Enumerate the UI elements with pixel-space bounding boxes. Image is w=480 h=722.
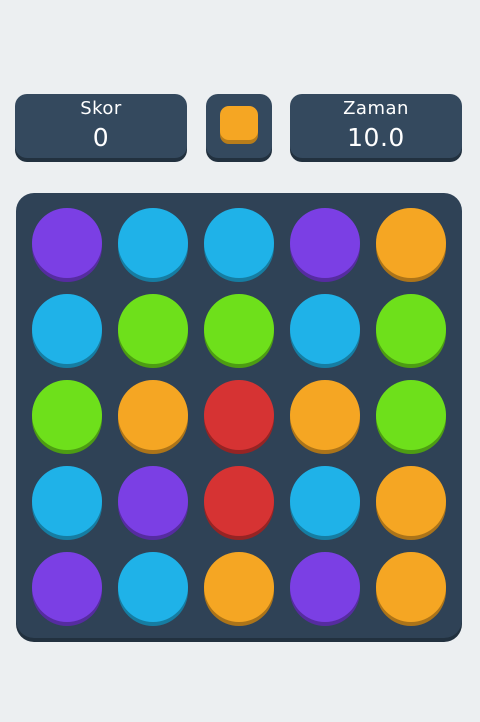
dot-purple[interactable] xyxy=(32,552,102,622)
time-label: Zaman xyxy=(343,98,409,119)
dot-orange[interactable] xyxy=(204,552,274,622)
score-panel: Skor 0 xyxy=(15,94,187,158)
dot-red[interactable] xyxy=(204,466,274,536)
dot-orange[interactable] xyxy=(376,208,446,278)
dot-purple[interactable] xyxy=(32,208,102,278)
target-color-swatch xyxy=(220,106,258,140)
dot-green[interactable] xyxy=(32,380,102,450)
game-board xyxy=(16,193,462,638)
time-value: 10.0 xyxy=(347,123,405,152)
score-value: 0 xyxy=(92,123,110,152)
dot-orange[interactable] xyxy=(290,380,360,450)
dot-blue[interactable] xyxy=(290,466,360,536)
dot-blue[interactable] xyxy=(290,294,360,364)
dot-blue[interactable] xyxy=(32,466,102,536)
dot-blue[interactable] xyxy=(32,294,102,364)
dot-green[interactable] xyxy=(376,380,446,450)
dot-blue[interactable] xyxy=(204,208,274,278)
dot-green[interactable] xyxy=(204,294,274,364)
dot-green[interactable] xyxy=(118,294,188,364)
dot-purple[interactable] xyxy=(290,552,360,622)
dot-purple[interactable] xyxy=(118,466,188,536)
dot-purple[interactable] xyxy=(290,208,360,278)
dot-orange[interactable] xyxy=(376,466,446,536)
target-color-panel xyxy=(206,94,272,158)
dot-orange[interactable] xyxy=(376,552,446,622)
score-label: Skor xyxy=(80,98,122,119)
dot-red[interactable] xyxy=(204,380,274,450)
dot-green[interactable] xyxy=(376,294,446,364)
dot-blue[interactable] xyxy=(118,552,188,622)
dot-orange[interactable] xyxy=(118,380,188,450)
dot-blue[interactable] xyxy=(118,208,188,278)
time-panel: Zaman 10.0 xyxy=(290,94,462,158)
